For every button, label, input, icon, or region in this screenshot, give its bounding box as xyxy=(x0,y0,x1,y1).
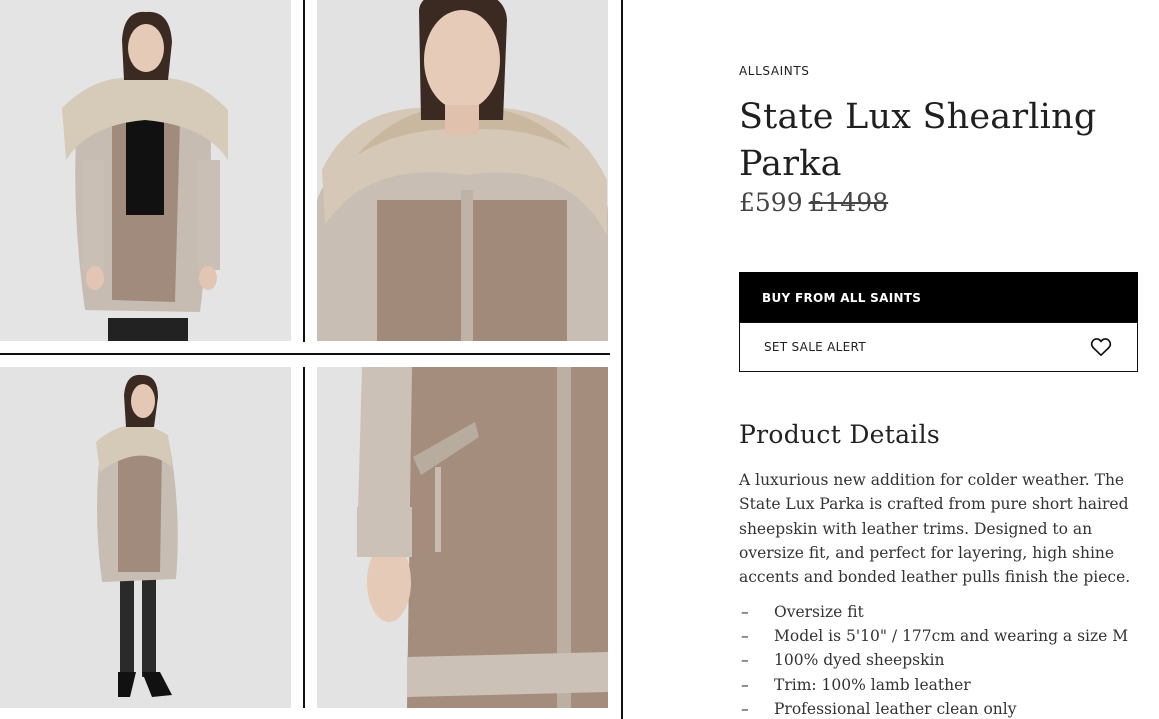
feature-text: Professional leather clean only xyxy=(774,699,1017,718)
brand-name[interactable]: ALLSAINTS xyxy=(739,64,810,78)
heart-icon xyxy=(1090,338,1112,356)
price-original: £1498 xyxy=(808,188,889,217)
product-image-pocket-detail[interactable] xyxy=(317,367,608,708)
product-description: A luxurious new addition for colder weat… xyxy=(739,471,1131,587)
sale-alert-button[interactable]: SET SALE ALERT xyxy=(739,322,1138,372)
dash-icon: – xyxy=(741,651,749,670)
feature-text: Trim: 100% lamb leather xyxy=(774,675,971,694)
product-image-front[interactable] xyxy=(0,0,291,341)
product-title: State Lux Shearling Parka xyxy=(739,97,1097,184)
buy-button[interactable]: BUY FROM ALL SAINTS xyxy=(739,272,1138,323)
feature-text: Model is 5'10" / 177cm and wearing a siz… xyxy=(774,627,1129,646)
dash-icon: – xyxy=(741,627,749,646)
product-image-collar-closeup[interactable] xyxy=(317,0,608,341)
dash-icon: – xyxy=(741,675,749,694)
feature-text: Oversize fit xyxy=(774,603,864,621)
list-item: – Model is 5'10" / 177cm and wearing a si… xyxy=(739,624,1128,648)
product-image-side[interactable] xyxy=(0,367,291,708)
list-item: – Oversize fit xyxy=(739,600,1128,624)
gallery-border xyxy=(621,0,623,719)
list-item: – Trim: 100% lamb leather xyxy=(739,673,1128,697)
gallery-divider xyxy=(303,0,305,342)
price: £599 £1498 xyxy=(739,188,888,217)
gallery-divider xyxy=(0,353,610,355)
gallery-divider xyxy=(303,367,305,708)
list-item: – Professional leather clean only xyxy=(739,697,1128,719)
dash-icon: – xyxy=(741,603,749,621)
feature-text: 100% dyed sheepskin xyxy=(774,651,945,670)
sale-alert-label: SET SALE ALERT xyxy=(764,340,866,354)
dash-icon: – xyxy=(741,699,749,718)
list-item: – 100% dyed sheepskin xyxy=(739,648,1128,672)
product-details-heading: Product Details xyxy=(739,420,941,449)
product-gallery xyxy=(0,0,623,719)
price-current: £599 xyxy=(739,188,803,217)
product-features-list: – Oversize fit – Model is 5'10" / 177cm an… xyxy=(739,600,1128,719)
